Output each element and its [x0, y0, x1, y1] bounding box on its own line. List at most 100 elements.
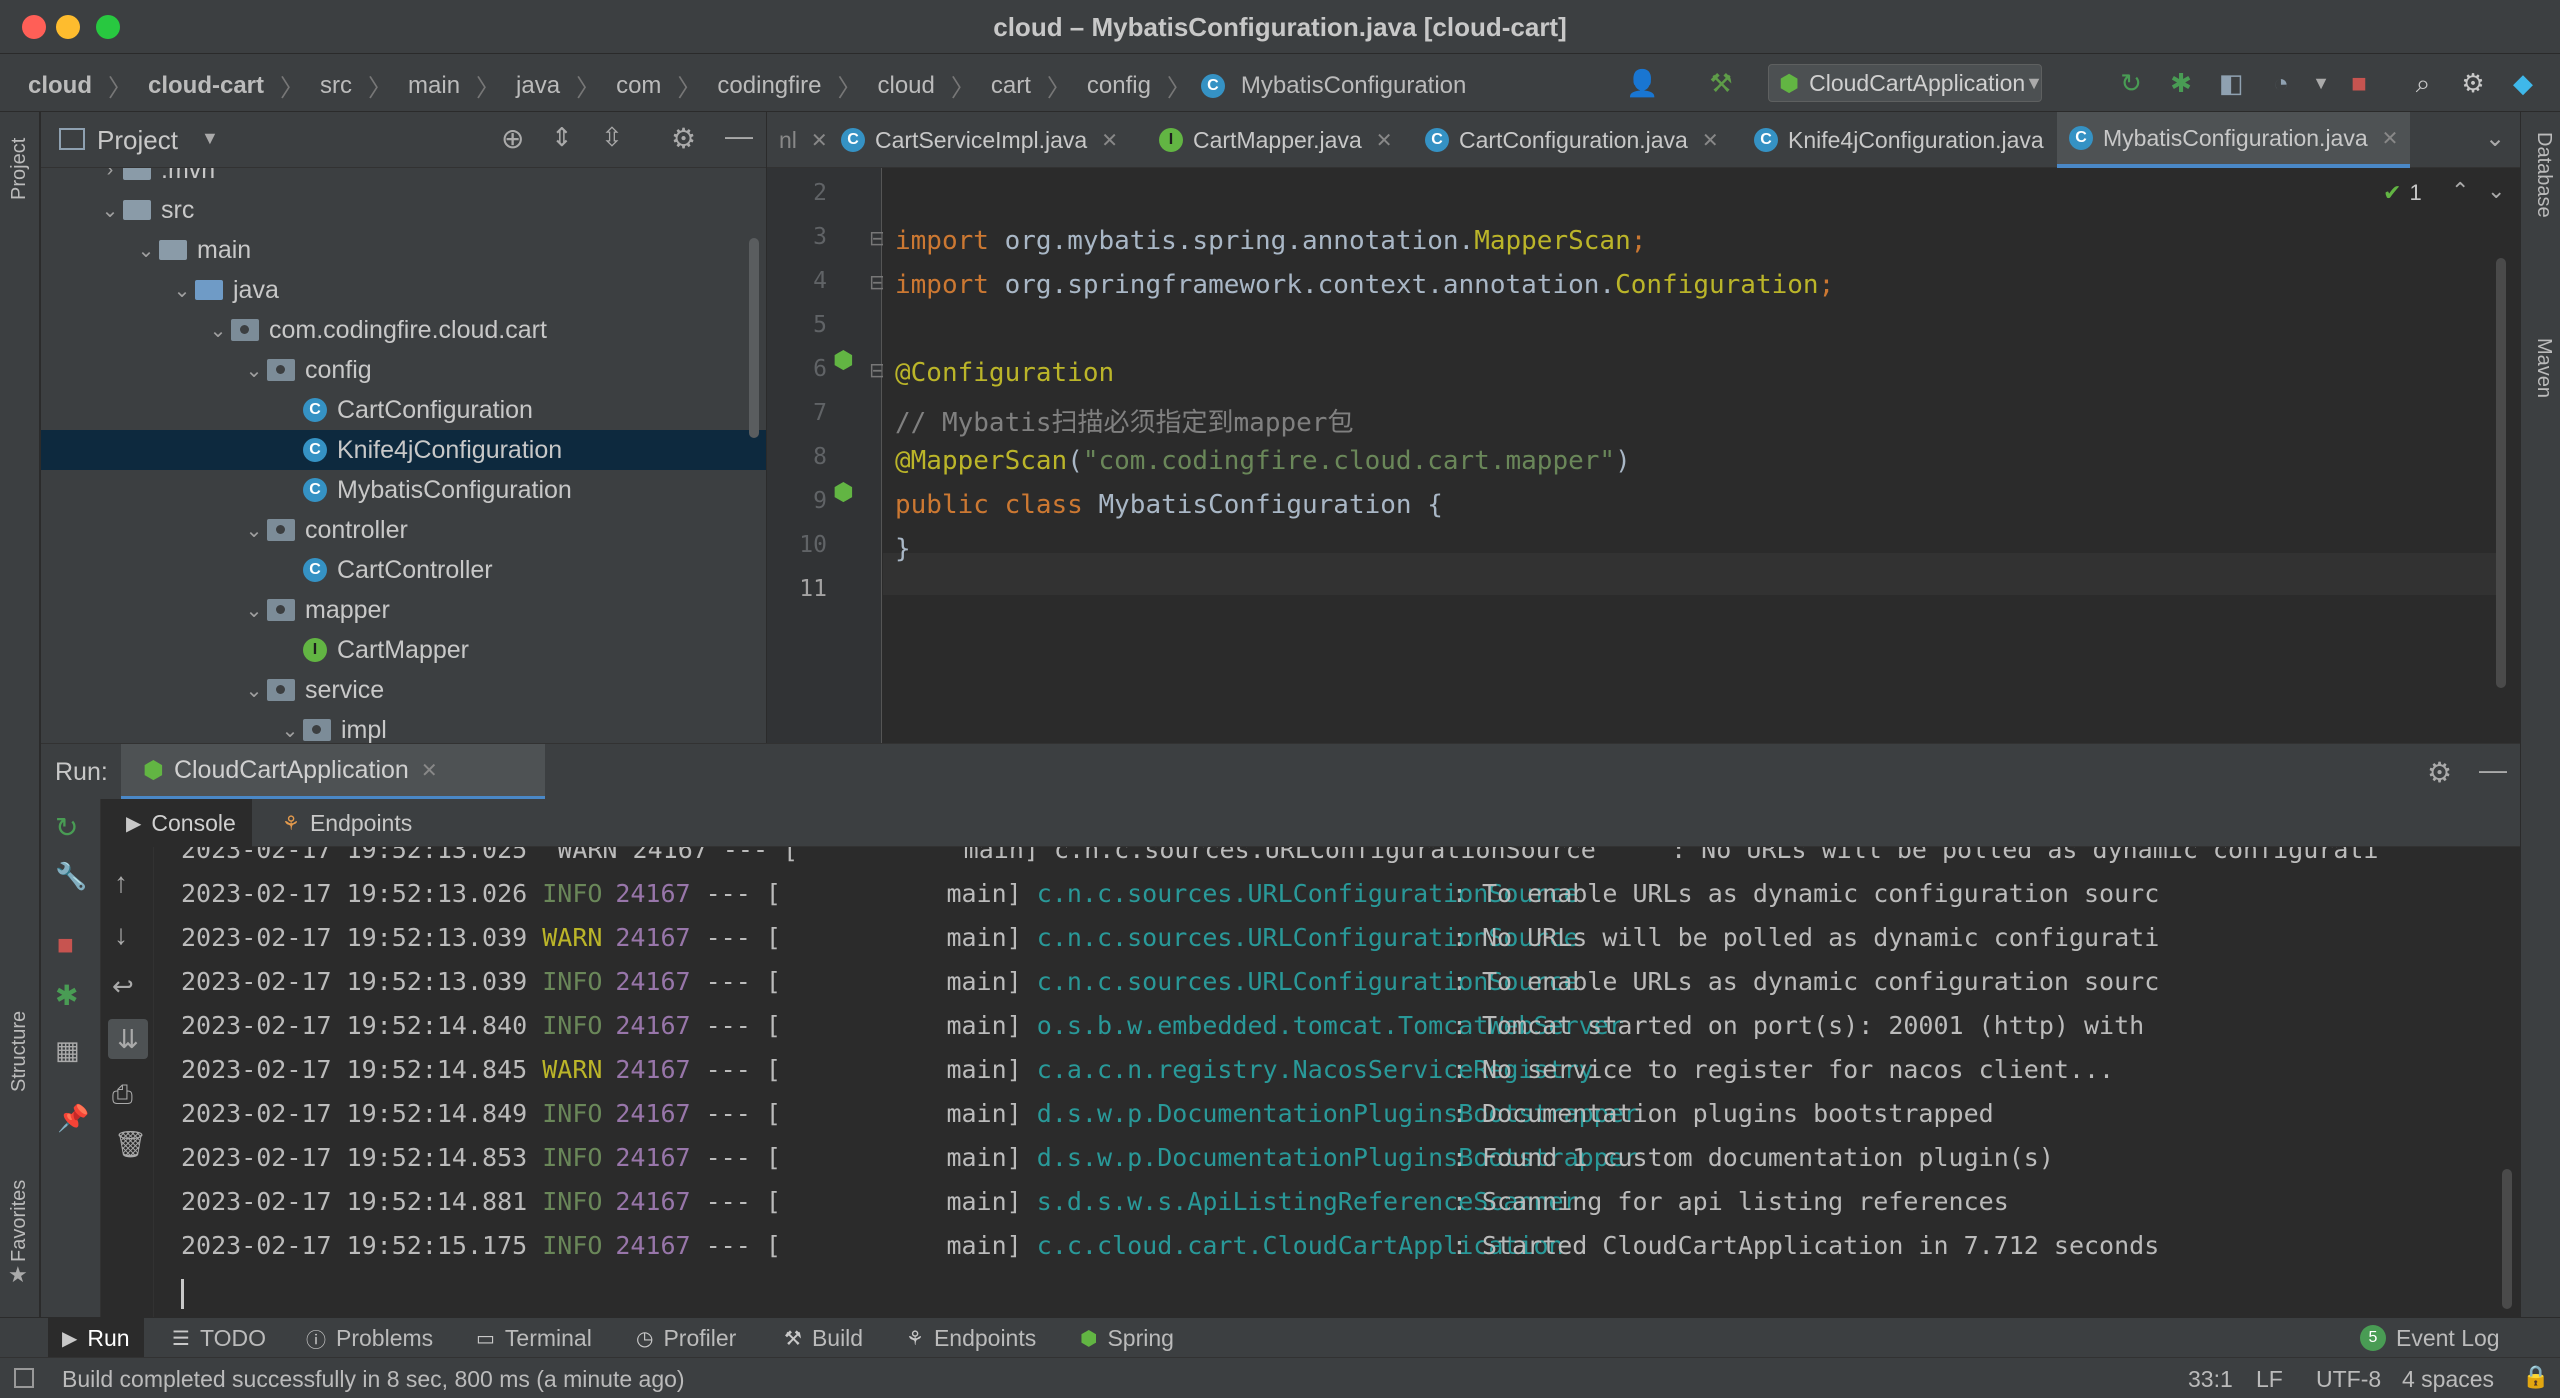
breadcrumb-item[interactable]: main — [402, 72, 466, 100]
chevron-down-icon[interactable]: ⌄ — [277, 718, 303, 743]
breadcrumb-item[interactable]: config — [1081, 72, 1157, 100]
tree-item[interactable]: C CartController — [41, 550, 766, 590]
layout-icon[interactable]: ▦ — [55, 1035, 80, 1066]
line-separator[interactable]: LF — [2256, 1366, 2283, 1393]
console-tab[interactable]: ▶ Console — [102, 799, 252, 847]
code-editor[interactable]: ✔ 1 ⌃ ⌄ import org.mybatis.spring.annotat… — [883, 168, 2520, 743]
tree-item[interactable]: ⌄ impl — [41, 710, 766, 744]
event-log-button[interactable]: 5 Event Log — [2360, 1318, 2500, 1358]
chevron-down-icon[interactable]: ⌄ — [241, 678, 267, 703]
breadcrumb-item[interactable]: cloud — [871, 72, 940, 100]
spring-bean-gutter-icon[interactable]: ⬢ — [833, 346, 854, 375]
tree-item[interactable]: C MybatisConfiguration — [41, 470, 766, 510]
indent-settings[interactable]: 4 spaces — [2402, 1366, 2494, 1393]
tree-item[interactable]: I CartMapper — [41, 630, 766, 670]
console-scrollbar[interactable] — [2502, 1169, 2512, 1309]
favorites-tool-button[interactable]: Favorites — [8, 1180, 31, 1262]
tool-window-tab[interactable]: ◷ Profiler — [636, 1318, 736, 1358]
rerun-icon[interactable]: ↻ — [2116, 68, 2146, 98]
database-tool-button[interactable]: Database — [2532, 132, 2555, 218]
user-icon[interactable]: 👤 — [1626, 68, 1658, 98]
breadcrumb-item[interactable]: cloud — [22, 72, 98, 100]
editor-tab[interactable]: C CartConfiguration.java ✕ — [1413, 112, 1731, 168]
wrench-icon[interactable]: 🔧 — [55, 861, 87, 892]
maven-tool-button[interactable]: Maven — [2532, 338, 2555, 398]
tool-window-tab[interactable]: ⚒ Build — [784, 1318, 863, 1358]
project-panel-title[interactable]: Project — [97, 125, 178, 156]
print-icon[interactable]: ⎙ — [112, 1079, 133, 1111]
hide-panel-icon[interactable]: — — [2479, 754, 2507, 786]
soft-wrap-icon[interactable]: ↩ — [112, 971, 134, 1002]
chevron-down-icon[interactable]: ⌄ — [205, 318, 231, 343]
inspection-check-icon[interactable]: ✔ 1 — [2383, 180, 2422, 206]
hide-panel-icon[interactable]: — — [725, 120, 753, 152]
tool-window-tab[interactable]: ☰ TODO — [172, 1318, 266, 1358]
build-hammer-icon[interactable]: ⚒ — [1706, 68, 1736, 98]
editor-tab[interactable]: C CartServiceImpl.java ✕ — [829, 112, 1130, 168]
close-icon[interactable]: ✕ — [1101, 128, 1118, 153]
rerun-icon[interactable]: ↻ — [55, 811, 78, 844]
stop-icon[interactable]: ■ — [57, 929, 74, 961]
chevron-down-icon[interactable]: ⌄ — [133, 238, 159, 263]
scroll-up-icon[interactable]: ↑ — [114, 867, 128, 899]
editor-scrollbar[interactable] — [2496, 258, 2506, 688]
tree-item[interactable]: ⌄ mapper — [41, 590, 766, 630]
breadcrumb-item[interactable]: java — [510, 72, 566, 100]
console-output[interactable]: 2023-02-17 19:52:13.025 WARN 24167 --- [… — [155, 847, 2520, 1317]
settings-gear-icon[interactable]: ⚙ — [2458, 68, 2488, 98]
close-icon[interactable]: ✕ — [1376, 128, 1393, 153]
tree-item[interactable]: ⌄ config — [41, 350, 766, 390]
tree-item[interactable]: ⌄ com.codingfire.cloud.cart — [41, 310, 766, 350]
breadcrumb-item[interactable]: cart — [985, 72, 1037, 100]
collapse-all-icon[interactable]: ⇳ — [601, 122, 623, 153]
endpoints-tab[interactable]: ⚘ Endpoints — [282, 799, 412, 847]
scroll-down-icon[interactable]: ↓ — [114, 919, 128, 951]
project-tool-button[interactable]: Project — [8, 138, 31, 200]
chevron-down-icon[interactable]: ⌄ — [241, 598, 267, 623]
tree-item[interactable]: C CartConfiguration — [41, 390, 766, 430]
toggle-tool-windows-icon[interactable] — [14, 1368, 34, 1388]
more-run-options-icon[interactable]: ▼ — [2306, 68, 2336, 98]
run-tab[interactable]: ⬢ CloudCartApplication ✕ — [121, 744, 545, 800]
previous-highlight-icon[interactable]: ⌃ — [2451, 178, 2469, 204]
close-icon[interactable]: ✕ — [421, 758, 438, 783]
tree-item[interactable]: › .mvn — [41, 168, 766, 190]
breadcrumb-item[interactable]: cloud-cart — [142, 72, 270, 100]
clear-trash-icon[interactable]: 🗑 — [114, 1129, 147, 1160]
editor-tab[interactable]: I CartMapper.java ✕ — [1147, 112, 1405, 168]
tool-window-tab[interactable]: ▭ Terminal — [476, 1318, 592, 1358]
editor-tab[interactable]: CKnife4jConfiguration.java✕ — [1742, 112, 2086, 168]
editor-tab[interactable]: C MybatisConfiguration.java ✕ — [2057, 112, 2411, 168]
run-configuration-select[interactable]: ⬢ CloudCartApplication ▼ — [1768, 64, 2043, 102]
debug-icon[interactable]: ✱ — [55, 979, 78, 1012]
breadcrumb-item[interactable]: src — [314, 72, 358, 100]
tree-item[interactable]: ⌄ java — [41, 270, 766, 310]
tree-item[interactable]: ⌄ src — [41, 190, 766, 230]
spring-bean-gutter-icon[interactable]: ⬢ — [833, 478, 854, 507]
expand-all-icon[interactable]: ⇕ — [551, 122, 573, 153]
coverage-icon[interactable]: ◧ — [2216, 68, 2246, 98]
settings-gear-icon[interactable]: ⚙ — [671, 122, 696, 155]
tool-window-tab[interactable]: ⬢ Spring — [1080, 1318, 1174, 1358]
breadcrumb-item[interactable]: com — [610, 72, 667, 100]
structure-tool-button[interactable]: Structure — [8, 1011, 31, 1092]
status-message[interactable]: Build completed successfully in 8 sec, 8… — [62, 1366, 685, 1393]
tabs-dropdown-icon[interactable]: ⌄ — [2485, 124, 2505, 153]
chevron-down-icon[interactable]: ⌄ — [169, 278, 195, 303]
next-highlight-icon[interactable]: ⌄ — [2487, 178, 2505, 204]
locate-file-icon[interactable]: ⊕ — [501, 122, 524, 155]
close-icon[interactable]: ✕ — [1702, 128, 1719, 153]
settings-gear-icon[interactable]: ⚙ — [2427, 756, 2452, 789]
chevron-down-icon[interactable]: ⌄ — [241, 358, 267, 383]
chevron-right-icon[interactable]: › — [97, 168, 123, 182]
tree-item[interactable]: C Knife4jConfiguration — [41, 430, 766, 470]
chevron-down-icon[interactable]: ⌄ — [97, 198, 123, 223]
tree-item[interactable]: ⌄ controller — [41, 510, 766, 550]
close-icon[interactable]: ✕ — [2382, 126, 2399, 151]
pin-icon[interactable]: 📌 — [57, 1103, 89, 1134]
stop-icon[interactable]: ■ — [2344, 68, 2374, 98]
tool-window-tab[interactable]: ⓘ Problems — [306, 1318, 433, 1358]
lock-icon[interactable]: 🔒 — [2522, 1364, 2549, 1390]
caret-position[interactable]: 33:1 — [2188, 1366, 2233, 1393]
chevron-down-icon[interactable]: ⌄ — [241, 518, 267, 543]
